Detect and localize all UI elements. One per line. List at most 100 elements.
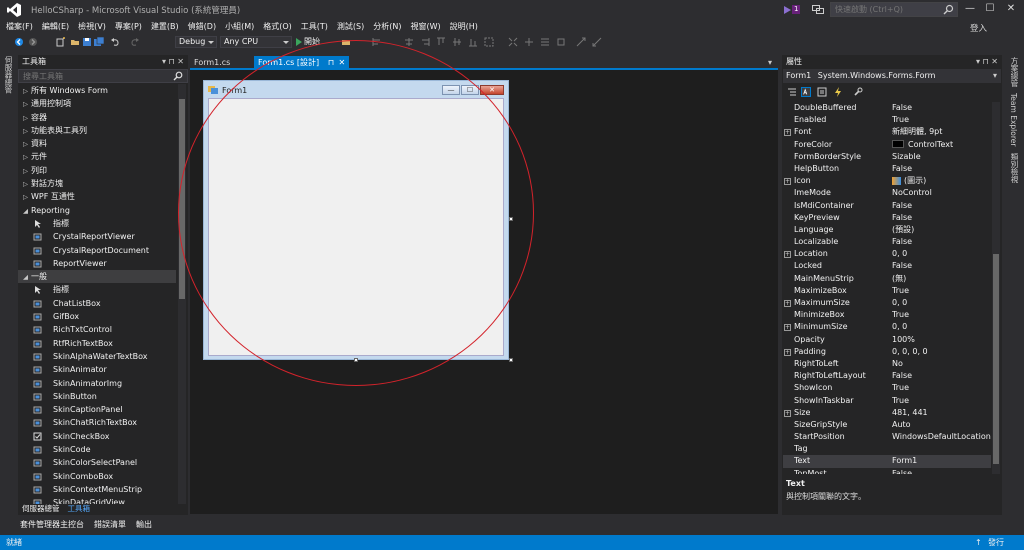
categorized-icon[interactable]	[787, 87, 797, 97]
expand-arrow-icon[interactable]: ▷	[23, 98, 31, 111]
toolbox-category[interactable]: ◢ 一般	[18, 270, 176, 284]
server-explorer-side-tab[interactable]: 伺服器總管	[3, 56, 14, 94]
send-back-icon[interactable]	[592, 37, 602, 47]
align-bottom-icon[interactable]	[468, 37, 478, 47]
expand-arrow-icon[interactable]: ▷	[23, 85, 31, 98]
align-top-icon[interactable]	[436, 37, 446, 47]
menu-item-9[interactable]: 測試(S)	[337, 19, 364, 34]
toolbox-tab[interactable]: 工具箱	[68, 503, 91, 513]
menu-item-11[interactable]: 視窗(W)	[410, 19, 440, 34]
menu-item-5[interactable]: 偵錯(D)	[188, 19, 216, 34]
property-row[interactable]: MainMenuStrip (無)	[783, 273, 991, 285]
property-value[interactable]: NoControl	[892, 187, 991, 199]
property-value[interactable]: True	[892, 309, 991, 321]
expand-plus-icon[interactable]: +	[784, 409, 791, 417]
toolbox-item[interactable]: SkinChatRichTextBox	[18, 416, 176, 429]
property-row[interactable]: KeyPreview False	[783, 212, 991, 224]
platform-dropdown[interactable]: Any CPU	[220, 36, 292, 48]
property-row[interactable]: RightToLeftLayout False	[783, 370, 991, 382]
toolbox-category[interactable]: ▷ 資料	[18, 137, 176, 150]
property-row[interactable]: FormBorderStyle Sizable	[783, 151, 991, 163]
feedback-icon[interactable]	[812, 4, 824, 15]
expand-plus-icon[interactable]: +	[784, 129, 791, 137]
property-value[interactable]: 0, 0	[892, 248, 991, 260]
toolbox-category[interactable]: ▷ 列印	[18, 164, 176, 177]
property-value[interactable]: False	[892, 102, 991, 114]
property-value[interactable]: True	[892, 285, 991, 297]
toolbox-category[interactable]: ▷ WPF 互通性	[18, 190, 176, 203]
property-row[interactable]: ShowInTaskbar True	[783, 395, 991, 407]
save-icon[interactable]	[82, 37, 92, 47]
toolbox-item[interactable]: SkinCode	[18, 443, 176, 456]
toolbox-item[interactable]: 指標	[18, 217, 176, 230]
minimize-button[interactable]: —	[962, 2, 978, 16]
properties-icon[interactable]	[817, 87, 827, 97]
menu-item-2[interactable]: 檢視(V)	[78, 19, 106, 34]
property-row[interactable]: ShowIcon True	[783, 382, 991, 394]
collapse-arrow-icon[interactable]: ◢	[23, 205, 31, 218]
property-row[interactable]: Language (預設)	[783, 224, 991, 236]
toolbox-category[interactable]: ◢ Reporting	[18, 204, 176, 217]
resize-handle-corner[interactable]	[509, 358, 513, 362]
menu-item-10[interactable]: 分析(N)	[373, 19, 401, 34]
property-value[interactable]: False	[892, 212, 991, 224]
property-value[interactable]: True	[892, 382, 991, 394]
toolbox-item[interactable]: CrystalReportViewer	[18, 230, 176, 243]
events-lightning-icon[interactable]	[833, 87, 843, 97]
server-explorer-tab[interactable]: 伺服器總管	[22, 503, 60, 513]
collapse-arrow-icon[interactable]: ◢	[23, 271, 31, 284]
class-view-side-tab[interactable]: 類別檢視	[1009, 153, 1020, 183]
alphabetical-icon[interactable]	[801, 87, 811, 97]
property-row[interactable]: + MinimumSize 0, 0	[783, 321, 991, 333]
property-pages-wrench-icon[interactable]	[853, 87, 863, 97]
undo-icon[interactable]	[110, 37, 120, 47]
property-value[interactable]: True	[892, 395, 991, 407]
menu-item-8[interactable]: 工具(T)	[301, 19, 328, 34]
property-value[interactable]: False	[892, 200, 991, 212]
expand-arrow-icon[interactable]: ▷	[23, 125, 31, 138]
properties-scroll-thumb[interactable]	[993, 254, 999, 464]
error-list-tab[interactable]: 錯誤清單	[94, 519, 126, 531]
expand-arrow-icon[interactable]: ▷	[23, 191, 31, 204]
menu-item-0[interactable]: 檔案(F)	[6, 19, 33, 34]
menu-item-7[interactable]: 格式(O)	[263, 19, 292, 34]
search-icon[interactable]	[173, 71, 183, 81]
property-row[interactable]: + Icon (圖示)	[783, 175, 991, 187]
property-row[interactable]: Opacity 100%	[783, 334, 991, 346]
toolbox-item[interactable]: SkinButton	[18, 390, 176, 403]
property-row[interactable]: SizeGripStyle Auto	[783, 419, 991, 431]
expand-arrow-icon[interactable]: ▷	[23, 178, 31, 191]
search-icon[interactable]	[943, 4, 954, 15]
team-explorer-side-tab[interactable]: Team Explorer	[1009, 93, 1018, 146]
property-row[interactable]: MinimizeBox True	[783, 309, 991, 321]
toolbox-item[interactable]: SkinContextMenuStrip	[18, 483, 176, 496]
toolbox-item[interactable]: SkinCheckBox	[18, 430, 176, 443]
publish-up-icon[interactable]: ↑	[975, 535, 982, 550]
menu-item-3[interactable]: 專案(P)	[115, 19, 142, 34]
toolbox-category[interactable]: ▷ 通用控制項	[18, 97, 176, 110]
configuration-dropdown[interactable]: Debug	[175, 36, 217, 48]
align-center-icon[interactable]	[404, 37, 414, 47]
property-row[interactable]: Tag	[783, 443, 991, 455]
property-row[interactable]: Enabled True	[783, 114, 991, 126]
toolbox-item[interactable]: RichTxtControl	[18, 323, 176, 336]
property-value[interactable]: WindowsDefaultLocation	[892, 431, 991, 443]
save-all-icon[interactable]	[94, 37, 104, 47]
property-row[interactable]: + Location 0, 0	[783, 248, 991, 260]
property-row[interactable]: + Padding 0, 0, 0, 0	[783, 346, 991, 358]
property-row[interactable]: + Font 新細明體, 9pt	[783, 126, 991, 138]
quick-launch[interactable]	[830, 2, 958, 17]
expand-arrow-icon[interactable]: ▷	[23, 138, 31, 151]
property-row[interactable]: TopMost False	[783, 468, 991, 474]
toolbox-item[interactable]: SkinAlphaWaterTextBox	[18, 350, 176, 363]
property-row[interactable]: DoubleBuffered False	[783, 102, 991, 114]
property-value[interactable]: No	[892, 358, 991, 370]
property-row[interactable]: StartPosition WindowsDefaultLocation	[783, 431, 991, 443]
property-row[interactable]: Localizable False	[783, 236, 991, 248]
property-value[interactable]: False	[892, 260, 991, 272]
property-row[interactable]: RightToLeft No	[783, 358, 991, 370]
property-value[interactable]: 0, 0, 0, 0	[892, 346, 991, 358]
notifications[interactable]: 1	[784, 4, 806, 15]
open-folder-icon[interactable]	[70, 37, 80, 47]
close-button[interactable]: ✕	[1003, 2, 1019, 16]
